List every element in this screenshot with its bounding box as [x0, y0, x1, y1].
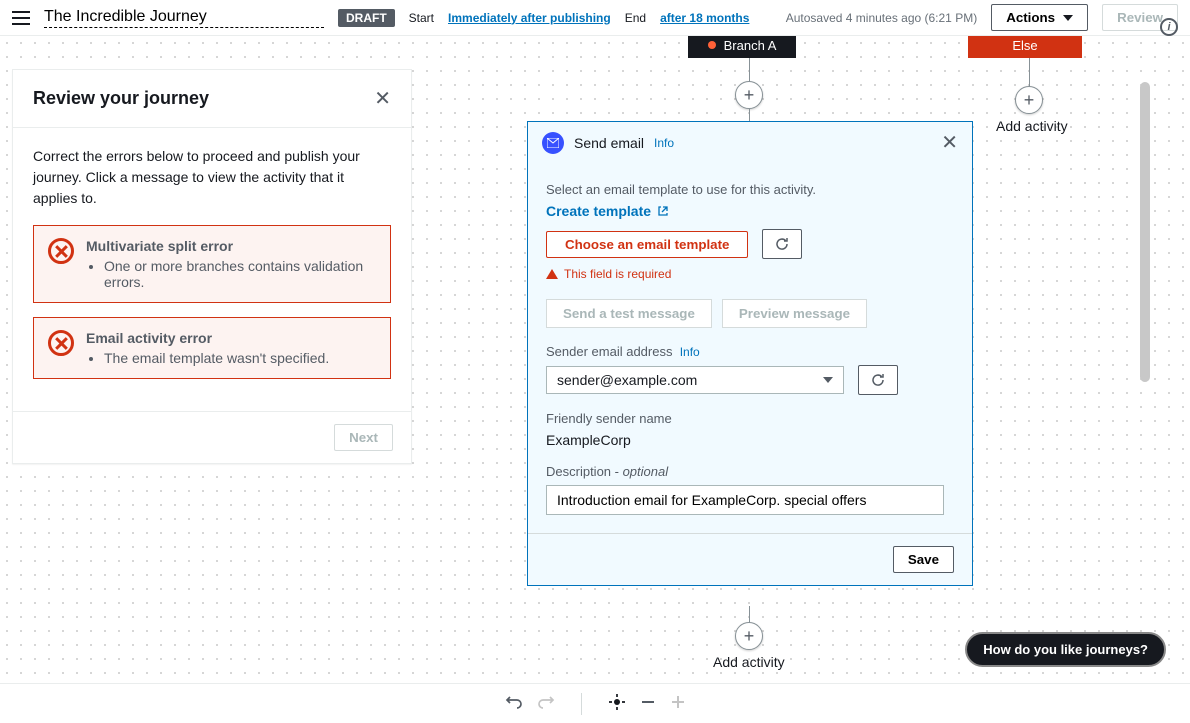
- save-button[interactable]: Save: [893, 546, 954, 573]
- review-intro: Correct the errors below to proceed and …: [33, 146, 391, 209]
- email-icon: [542, 132, 564, 154]
- add-node-button[interactable]: +: [735, 622, 763, 650]
- external-link-icon: [657, 205, 669, 217]
- add-node-button[interactable]: +: [1015, 86, 1043, 114]
- error-title: Multivariate split error: [86, 238, 376, 254]
- info-icon[interactable]: i: [1160, 18, 1178, 36]
- branch-a-node[interactable]: Branch A: [688, 36, 796, 58]
- start-link[interactable]: Immediately after publishing: [448, 11, 611, 25]
- redo-icon: [537, 693, 555, 714]
- actions-button[interactable]: Actions: [991, 4, 1088, 31]
- connector-line: [1029, 58, 1030, 88]
- app-header: DRAFT Start Immediately after publishing…: [0, 0, 1190, 36]
- email-panel-title: Send email: [574, 135, 644, 151]
- canvas-toolbar: [0, 683, 1190, 723]
- sender-email-value: sender@example.com: [557, 372, 697, 388]
- chevron-down-icon: [1063, 15, 1073, 21]
- error-detail: One or more branches contains validation…: [104, 258, 376, 290]
- send-email-panel: Send email Info ✕ Select an email templa…: [527, 121, 973, 586]
- select-template-text: Select an email template to use for this…: [546, 182, 954, 197]
- description-label: Description - optional: [546, 464, 954, 479]
- info-link[interactable]: Info: [680, 345, 700, 359]
- warning-icon: [546, 269, 558, 279]
- vertical-scrollbar[interactable]: [1140, 72, 1150, 603]
- field-error: This field is required: [546, 267, 954, 281]
- choose-template-button[interactable]: Choose an email template: [546, 231, 748, 258]
- branch-else-node[interactable]: Else: [968, 36, 1082, 58]
- sender-email-select[interactable]: sender@example.com: [546, 366, 844, 394]
- friendly-name-label: Friendly sender name: [546, 411, 954, 426]
- actions-label: Actions: [1006, 10, 1055, 25]
- next-button[interactable]: Next: [334, 424, 393, 451]
- branch-dot-icon: [708, 41, 716, 49]
- add-node-button[interactable]: +: [735, 81, 763, 109]
- description-input[interactable]: [546, 485, 944, 515]
- sender-label: Sender email address Info: [546, 344, 954, 359]
- feedback-pill[interactable]: How do you like journeys?: [965, 632, 1166, 667]
- refresh-icon: [870, 372, 886, 388]
- error-card-multivariate[interactable]: Multivariate split error One or more bra…: [33, 225, 391, 303]
- zoom-out-icon[interactable]: [640, 694, 656, 713]
- review-panel: Review your journey ✕ Correct the errors…: [12, 69, 412, 464]
- error-detail: The email template wasn't specified.: [104, 350, 329, 366]
- undo-icon[interactable]: [505, 693, 523, 714]
- create-template-link[interactable]: Create template: [546, 203, 669, 219]
- journey-canvas[interactable]: Review your journey ✕ Correct the errors…: [0, 36, 1190, 683]
- error-title: Email activity error: [86, 330, 329, 346]
- status-badge: DRAFT: [338, 9, 395, 27]
- add-activity-label: Add activity: [713, 654, 785, 670]
- add-activity-label: Add activity: [996, 118, 1068, 134]
- review-panel-title: Review your journey: [33, 88, 374, 109]
- connector-line: [749, 109, 750, 121]
- end-link[interactable]: after 18 months: [660, 11, 749, 25]
- info-link[interactable]: Info: [654, 136, 674, 150]
- error-icon: [48, 238, 74, 264]
- end-label: End: [625, 11, 646, 25]
- chevron-down-icon: [823, 377, 833, 383]
- journey-title-input[interactable]: [44, 8, 324, 26]
- close-icon[interactable]: ✕: [374, 89, 391, 109]
- close-icon[interactable]: ✕: [941, 133, 958, 153]
- branch-a-label: Branch A: [724, 38, 777, 53]
- start-label: Start: [409, 11, 434, 25]
- autosave-text: Autosaved 4 minutes ago (6:21 PM): [786, 11, 977, 25]
- preview-button[interactable]: Preview message: [722, 299, 867, 328]
- send-test-button[interactable]: Send a test message: [546, 299, 712, 328]
- menu-icon[interactable]: [12, 11, 30, 25]
- zoom-in-icon: [670, 694, 686, 713]
- refresh-template-button[interactable]: [762, 229, 802, 259]
- friendly-name-value: ExampleCorp: [546, 432, 954, 448]
- refresh-sender-button[interactable]: [858, 365, 898, 395]
- center-icon[interactable]: [608, 693, 626, 714]
- error-icon: [48, 330, 74, 356]
- refresh-icon: [774, 236, 790, 252]
- error-card-email[interactable]: Email activity error The email template …: [33, 317, 391, 379]
- journey-title-wrap: [44, 8, 324, 28]
